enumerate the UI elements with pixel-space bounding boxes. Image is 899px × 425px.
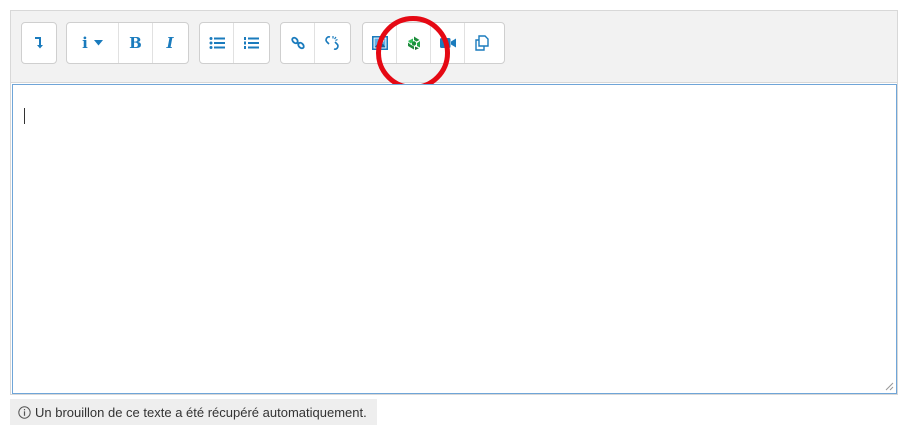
link-icon (290, 35, 306, 51)
editor-content-area[interactable] (12, 84, 897, 394)
insert-image-button[interactable] (363, 23, 397, 63)
manage-files-button[interactable] (465, 23, 499, 63)
toggle-toolbar-button[interactable] (22, 23, 56, 63)
toolbar-group-links (280, 22, 351, 64)
draft-notice-text: Un brouillon de ce texte a été récupéré … (35, 404, 367, 420)
copy-files-icon (474, 35, 490, 51)
italic-label: I (166, 34, 174, 52)
link-button[interactable] (281, 23, 315, 63)
toolbar-group-format: i B I (66, 22, 189, 64)
resize-handle-icon[interactable] (884, 381, 894, 391)
insert-video-button[interactable] (431, 23, 465, 63)
chevron-down-icon (93, 40, 103, 46)
image-icon (371, 36, 388, 50)
info-icon (18, 405, 31, 419)
editor: i B I (10, 10, 898, 395)
bold-button[interactable]: B (119, 23, 153, 63)
unlink-button[interactable] (315, 23, 349, 63)
numbered-list-icon (243, 36, 259, 50)
unlink-icon (324, 35, 340, 51)
italic-button[interactable]: I (153, 23, 187, 63)
insert-h5p-button[interactable] (397, 23, 431, 63)
bold-label: B (129, 34, 142, 52)
toolbar-group-media (362, 22, 505, 64)
h5p-icon (406, 35, 422, 51)
bullet-list-icon (209, 36, 225, 50)
unordered-list-button[interactable] (200, 23, 234, 63)
toggle-toolbar-icon (33, 36, 45, 50)
paragraph-style-button[interactable]: i (67, 23, 119, 63)
ordered-list-button[interactable] (234, 23, 268, 63)
draft-recovered-notice: Un brouillon de ce texte a été récupéré … (10, 399, 377, 425)
editor-toolbar: i B I (11, 11, 897, 90)
toolbar-group-lists (199, 22, 270, 64)
paragraph-style-label: i (82, 34, 88, 52)
video-camera-icon (439, 37, 456, 49)
text-cursor (24, 108, 25, 124)
toolbar-group-toggle (21, 22, 57, 64)
